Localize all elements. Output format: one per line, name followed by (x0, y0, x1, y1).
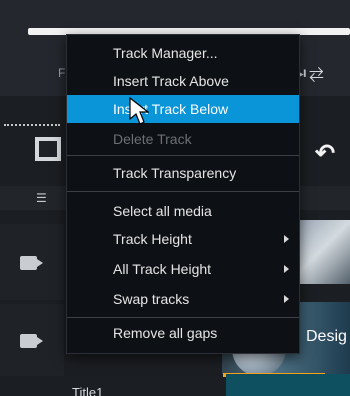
menu-item-insert-track-below[interactable]: Insert Track Below (67, 95, 299, 123)
context-menu: Track Manager... Insert Track Above Inse… (66, 34, 300, 354)
undo-icon[interactable]: ↶ (315, 139, 335, 168)
menu-item-label: Track Transparency (113, 165, 237, 181)
menu-item-label: Remove all gaps (113, 325, 218, 341)
menu-item-label: Insert Track Above (113, 73, 229, 89)
menu-item-all-track-height[interactable]: All Track Height (67, 255, 299, 283)
menu-item-select-all-media[interactable]: Select all media (67, 197, 299, 225)
submenu-arrow-icon (284, 295, 289, 303)
menu-item-label: Select all media (113, 203, 212, 219)
submenu-arrow-icon (284, 265, 289, 273)
menu-separator (67, 317, 299, 318)
dotted-divider (4, 124, 60, 126)
menu-item-track-manager[interactable]: Track Manager... (67, 39, 299, 67)
clip-label: Desig (306, 328, 347, 345)
video-editor-app: F ⏭⇄ ↶ ☰ Desig Title1 Track Manager... I… (0, 0, 350, 396)
video-track-icon (20, 256, 43, 270)
track-title-label: Title1 (72, 385, 104, 396)
list-icon[interactable]: ☰ (36, 191, 47, 205)
menu-item-label: Track Manager... (113, 45, 218, 61)
menu-separator (67, 191, 299, 192)
overlay-track-icon (20, 334, 43, 348)
timeline-clip-strip (226, 374, 350, 396)
track-header-1[interactable] (0, 224, 64, 300)
menu-item-label: Delete Track (113, 131, 192, 147)
filmstrip-icon[interactable] (35, 137, 61, 161)
video-clip-thumbnail[interactable] (300, 220, 350, 284)
menu-item-swap-tracks[interactable]: Swap tracks (67, 285, 299, 313)
menu-item-label: Swap tracks (113, 291, 190, 307)
menu-item-remove-all-gaps[interactable]: Remove all gaps (67, 319, 299, 347)
menu-item-track-height[interactable]: Track Height (67, 225, 299, 253)
mouse-cursor-icon (129, 97, 149, 125)
menu-item-insert-track-above[interactable]: Insert Track Above (67, 67, 299, 95)
menu-item-track-transparency[interactable]: Track Transparency (67, 159, 299, 187)
menu-separator (67, 155, 299, 156)
menu-item-label: Track Height (113, 231, 192, 247)
menu-item-delete-track: Delete Track (67, 125, 299, 153)
submenu-arrow-icon (284, 235, 289, 243)
menu-item-label: All Track Height (113, 261, 212, 277)
track-header-2[interactable] (0, 304, 64, 376)
